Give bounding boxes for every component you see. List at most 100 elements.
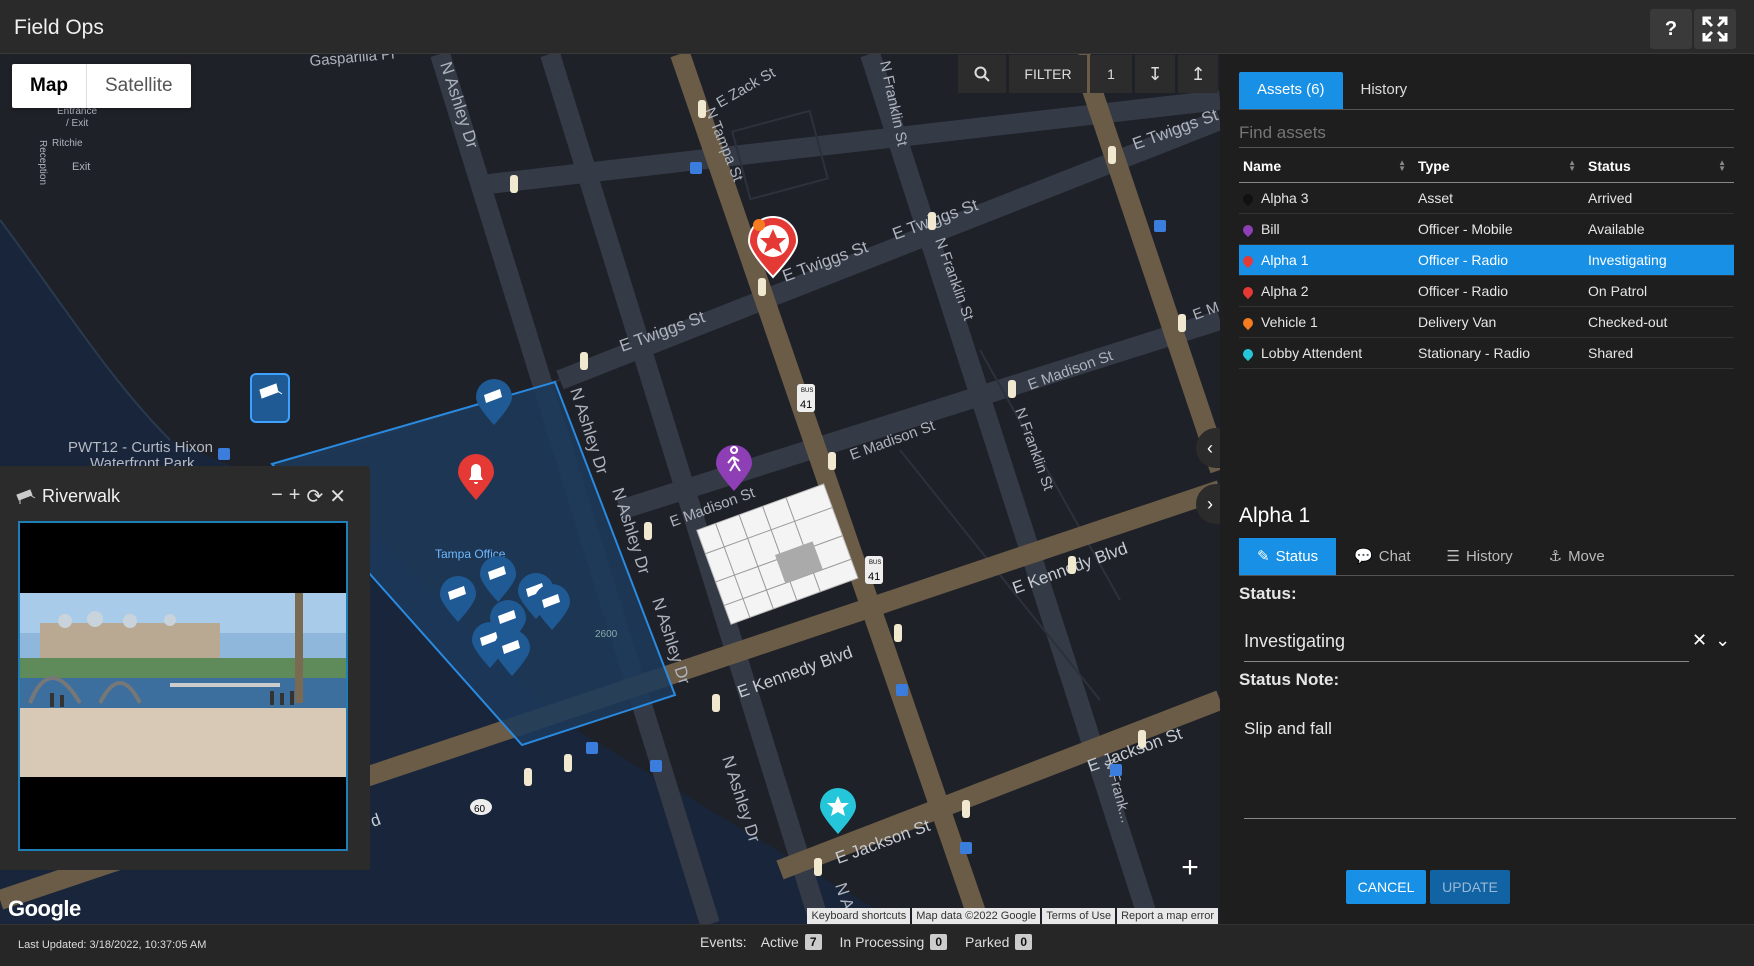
- camera-marker: [250, 373, 290, 423]
- filter-count[interactable]: 1: [1090, 55, 1132, 93]
- table-row[interactable]: Bill Officer - Mobile Available: [1239, 213, 1734, 245]
- table-row[interactable]: Alpha 1 Officer - Radio Investigating: [1239, 244, 1734, 276]
- table-row[interactable]: Lobby Attendent Stationary - Radio Shared: [1239, 337, 1734, 369]
- map-type-map-button[interactable]: Map: [12, 64, 87, 108]
- asset-name-cell: Lobby Attendent: [1239, 337, 1414, 369]
- video-close-button[interactable]: ✕: [329, 484, 346, 509]
- column-label: Name: [1243, 157, 1282, 174]
- poi-label: PWT12 - Curtis Hixon: [68, 439, 213, 456]
- asset-name-cell: Alpha 2: [1239, 275, 1414, 307]
- route-shield-60: 60: [470, 799, 492, 815]
- traffic-light-icon: [712, 694, 720, 712]
- sort-icon: ▲ ▼: [1718, 158, 1726, 173]
- svg-text:41: 41: [868, 571, 880, 583]
- zoom-in-button[interactable]: +: [1168, 848, 1212, 888]
- traffic-light-icon: [894, 624, 902, 642]
- svg-text:41: 41: [800, 399, 812, 411]
- sort-up-button[interactable]: ↥: [1178, 55, 1218, 93]
- chevron-right-icon: ›: [1207, 493, 1213, 514]
- poi-label: Ritchie: [52, 138, 83, 149]
- fullscreen-button[interactable]: [1694, 9, 1736, 49]
- asset-name: Vehicle 1: [1261, 313, 1318, 330]
- map-pin-icon: [1240, 191, 1256, 206]
- svg-text:60: 60: [474, 804, 486, 815]
- street-label: Gasparilla Pl: [309, 54, 395, 70]
- status-select[interactable]: Investigating: [1244, 624, 1689, 662]
- route-shield-41: BUS 41: [865, 556, 883, 584]
- asset-name: Alpha 3: [1261, 189, 1309, 206]
- chevron-down-icon[interactable]: ⌄: [1715, 630, 1730, 651]
- column-header-name[interactable]: Name ▲ ▼: [1239, 150, 1414, 183]
- chevron-left-icon: ‹: [1207, 437, 1213, 458]
- asset-name: Bill: [1261, 220, 1280, 237]
- table-row[interactable]: Vehicle 1 Delivery Van Checked-out: [1239, 306, 1734, 338]
- bus-stop-icon: [896, 684, 908, 696]
- asset-name-cell: Alpha 3: [1239, 182, 1414, 214]
- tab-chat[interactable]: 💬 Chat: [1336, 538, 1428, 575]
- sort-down-button[interactable]: ↧: [1135, 55, 1175, 93]
- detail-tabs: ✎ Status 💬 Chat ☰ History ⚓ Move: [1239, 538, 1734, 576]
- table-row[interactable]: Alpha 3 Asset Arrived: [1239, 182, 1734, 214]
- video-minimize-button[interactable]: −: [271, 484, 283, 509]
- tab-status[interactable]: ✎ Status: [1239, 538, 1337, 575]
- tab-assets[interactable]: Assets (6): [1239, 72, 1343, 109]
- active-count-badge[interactable]: 7: [804, 934, 822, 950]
- arrow-up-icon: ↥: [1190, 63, 1206, 84]
- map-view[interactable]: Gasparilla Pl Entrance / Exit Ritchie Re…: [0, 54, 1220, 924]
- find-assets-input[interactable]: [1239, 118, 1734, 148]
- update-button[interactable]: UPDATE: [1430, 870, 1510, 904]
- video-controls: − + ⟳ ✕: [271, 484, 346, 509]
- lobby-attendent-marker[interactable]: [820, 788, 856, 834]
- column-header-type[interactable]: Type ▲ ▼: [1414, 150, 1584, 183]
- svg-text:BUS: BUS: [801, 388, 813, 394]
- parked-count-badge[interactable]: 0: [1015, 934, 1033, 950]
- traffic-light-icon: [814, 858, 822, 876]
- processing-count-badge[interactable]: 0: [930, 934, 948, 950]
- map-search-button[interactable]: [958, 55, 1006, 93]
- asset-name: Alpha 1: [1261, 251, 1309, 268]
- tab-label: Move: [1568, 547, 1605, 565]
- video-feed[interactable]: [18, 521, 348, 851]
- map-toolbar: FILTER 1 ↧ ↥: [958, 55, 1218, 93]
- bus-stop-icon: [1110, 764, 1122, 776]
- status-label: Status:: [1239, 584, 1297, 603]
- processing-label[interactable]: In Processing: [840, 934, 925, 950]
- help-button[interactable]: ?: [1650, 9, 1692, 49]
- fullscreen-icon: [1702, 16, 1728, 42]
- route-shield-41: BUS 41: [797, 384, 815, 412]
- tab-label: Chat: [1378, 547, 1411, 565]
- title-bar: Field Ops ?: [0, 0, 1754, 54]
- status-note-textarea[interactable]: Slip and fall: [1244, 719, 1736, 819]
- video-window[interactable]: Riverwalk − + ⟳ ✕: [0, 466, 370, 870]
- tab-label: Status: [1275, 547, 1319, 565]
- column-header-status[interactable]: Status ▲ ▼: [1584, 150, 1734, 183]
- map-type-satellite-button[interactable]: Satellite: [87, 64, 191, 108]
- status-note-label: Status Note:: [1239, 670, 1340, 689]
- poi-label: Exit: [72, 161, 90, 173]
- tab-detail-history[interactable]: ☰ History: [1428, 538, 1530, 575]
- tab-history[interactable]: History: [1343, 72, 1426, 109]
- terms-link[interactable]: Terms of Use: [1042, 908, 1116, 924]
- video-refresh-button[interactable]: ⟳: [306, 484, 323, 509]
- bus-stop-icon: [586, 742, 598, 754]
- filter-button[interactable]: FILTER: [1009, 55, 1087, 93]
- parked-label[interactable]: Parked: [965, 934, 1009, 950]
- tab-move[interactable]: ⚓ Move: [1531, 538, 1623, 575]
- map-pin-icon: [1240, 315, 1256, 330]
- status-select-controls: ✕ ⌄: [1692, 630, 1730, 651]
- video-title: Riverwalk: [16, 486, 120, 507]
- table-row[interactable]: Alpha 2 Officer - Radio On Patrol: [1239, 275, 1734, 307]
- cancel-button[interactable]: CANCEL: [1346, 870, 1426, 904]
- keyboard-shortcuts-link[interactable]: Keyboard shortcuts: [807, 908, 911, 924]
- assets-panel: Assets (6) History Name ▲▼ Type ▲▼ Status ▲…: [1222, 54, 1754, 924]
- assets-table: Name ▲ ▼ Type ▲ ▼ Status ▲ ▼ Alpha 3 Asset Arriv…: [1239, 150, 1734, 369]
- report-error-link[interactable]: Report a map error: [1117, 908, 1218, 924]
- asset-type-cell: Delivery Van: [1414, 306, 1584, 338]
- poi-label: / Exit: [66, 118, 88, 129]
- traffic-light-icon: [1008, 380, 1016, 398]
- map-pin-icon: [1240, 284, 1256, 299]
- bus-stop-icon: [218, 448, 230, 460]
- active-label[interactable]: Active: [761, 934, 799, 950]
- clear-icon[interactable]: ✕: [1692, 630, 1707, 651]
- video-maximize-button[interactable]: +: [289, 484, 301, 509]
